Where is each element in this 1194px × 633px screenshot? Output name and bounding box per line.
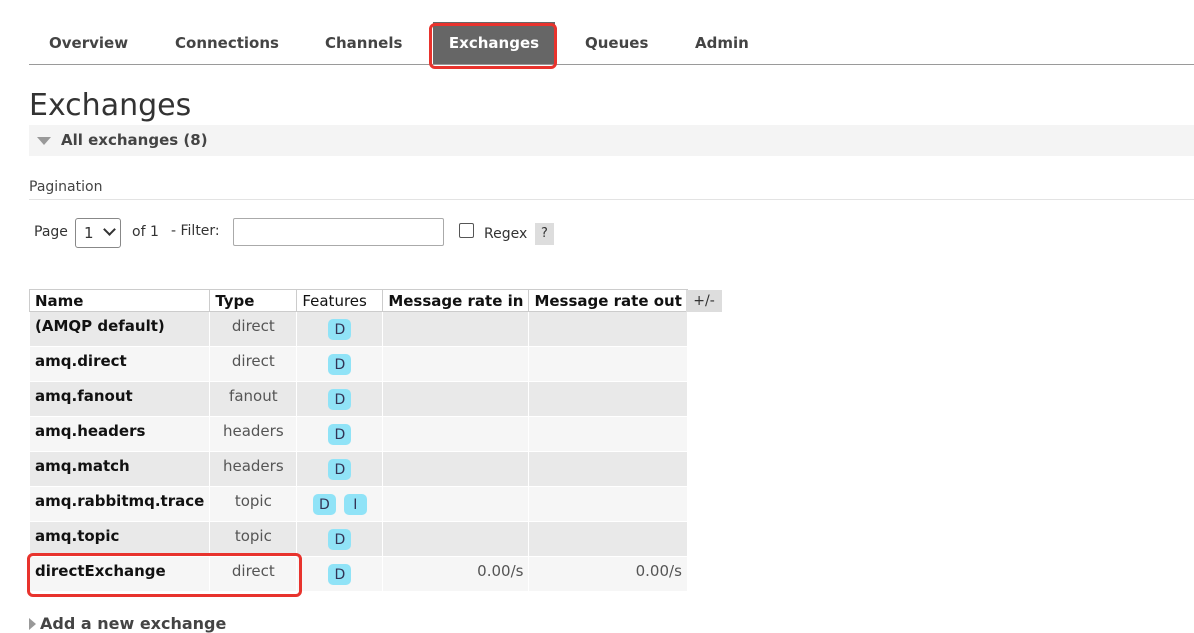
rate-in-cell	[382, 346, 530, 382]
page-title: Exchanges	[29, 88, 192, 123]
tab-exchanges[interactable]: Exchanges	[433, 22, 555, 64]
tab-queues[interactable]: Queues	[565, 22, 668, 64]
exchange-features: DI	[296, 486, 384, 522]
filter-label: - Filter:	[171, 223, 220, 239]
table-row[interactable]: amq.fanout fanout D	[28, 381, 688, 417]
feature-badge-internal: I	[343, 494, 367, 515]
tab-admin[interactable]: Admin	[675, 22, 769, 64]
regex-checkbox[interactable]	[459, 223, 474, 238]
exchange-features: D	[296, 346, 384, 382]
rate-out-cell: 0.00/s	[528, 556, 688, 592]
column-header-name[interactable]: Name	[28, 289, 211, 312]
exchange-name-link[interactable]: amq.match	[28, 451, 211, 487]
table-header-row: Name Type Features Message rate in Messa…	[28, 289, 688, 312]
feature-badge-durable: D	[328, 459, 352, 480]
table-row[interactable]: amq.headers headers D	[28, 416, 688, 452]
rate-out-cell	[528, 346, 688, 382]
filter-input[interactable]	[233, 218, 444, 246]
rate-out-cell	[528, 416, 688, 452]
rate-out-cell	[528, 451, 688, 487]
table-row[interactable]: amq.topic topic D	[28, 521, 688, 557]
exchange-name-link[interactable]: amq.headers	[28, 416, 211, 452]
table-row[interactable]: amq.rabbitmq.trace topic DI	[28, 486, 688, 522]
exchange-name-link[interactable]: directExchange	[28, 556, 211, 592]
exchange-features: D	[296, 451, 384, 487]
add-exchange-section-title[interactable]: Add a new exchange	[40, 614, 226, 633]
table-row[interactable]: directExchange direct D 0.00/s 0.00/s	[28, 556, 688, 592]
exchange-type: topic	[209, 486, 298, 522]
exchange-features: D	[296, 311, 384, 347]
feature-badge-durable: D	[328, 319, 352, 340]
table-row[interactable]: amq.match headers D	[28, 451, 688, 487]
column-header-features: Features	[296, 289, 384, 312]
rate-out-cell	[528, 381, 688, 417]
exchange-name-link[interactable]: amq.direct	[28, 346, 211, 382]
exchange-type: headers	[209, 451, 298, 487]
table-row[interactable]: (AMQP default) direct D	[28, 311, 688, 347]
rate-in-cell	[382, 381, 530, 417]
feature-badge-durable: D	[328, 564, 352, 585]
page-count-label: of 1	[132, 224, 159, 240]
toggle-columns-button[interactable]: +/-	[686, 290, 722, 312]
caret-right-icon[interactable]	[29, 618, 36, 630]
exchange-name-link[interactable]: amq.fanout	[28, 381, 211, 417]
rate-in-cell	[382, 416, 530, 452]
help-button[interactable]: ?	[535, 223, 554, 245]
column-header-rate-in[interactable]: Message rate in	[382, 289, 530, 312]
exchange-features: D	[296, 416, 384, 452]
feature-badge-durable: D	[328, 389, 352, 410]
table-row[interactable]: amq.direct direct D	[28, 346, 688, 382]
feature-badge-durable: D	[328, 529, 352, 550]
section-title[interactable]: All exchanges (8)	[61, 131, 208, 149]
rate-out-cell	[528, 486, 688, 522]
exchange-features: D	[296, 521, 384, 557]
rate-out-cell	[528, 521, 688, 557]
exchange-name-link[interactable]: amq.topic	[28, 521, 211, 557]
page-select-value: 1	[84, 224, 94, 242]
chevron-down-icon	[103, 223, 116, 236]
pagination-label: Pagination	[29, 179, 103, 195]
column-header-rate-out[interactable]: Message rate out	[528, 289, 688, 312]
caret-down-icon[interactable]	[37, 137, 51, 145]
exchanges-table: Name Type Features Message rate in Messa…	[28, 289, 688, 592]
rate-out-cell	[528, 311, 688, 347]
exchange-type: topic	[209, 521, 298, 557]
tab-overview[interactable]: Overview	[29, 22, 148, 64]
exchange-type: fanout	[209, 381, 298, 417]
feature-badge-durable: D	[328, 424, 352, 445]
rate-in-cell: 0.00/s	[382, 556, 530, 592]
exchange-name-link[interactable]: (AMQP default)	[28, 311, 211, 347]
feature-badge-durable: D	[312, 494, 336, 515]
main-nav: Overview Connections Channels Exchanges …	[29, 22, 1194, 65]
rate-in-cell	[382, 486, 530, 522]
exchange-type: direct	[209, 311, 298, 347]
rate-in-cell	[382, 311, 530, 347]
rate-in-cell	[382, 521, 530, 557]
exchange-features: D	[296, 556, 384, 592]
exchange-type: direct	[209, 556, 298, 592]
tab-connections[interactable]: Connections	[155, 22, 299, 64]
feature-badge-durable: D	[328, 354, 352, 375]
page-label: Page	[34, 224, 68, 240]
exchange-features: D	[296, 381, 384, 417]
exchange-name-link[interactable]: amq.rabbitmq.trace	[28, 486, 211, 522]
exchange-type: headers	[209, 416, 298, 452]
regex-label: Regex	[484, 226, 528, 242]
rate-in-cell	[382, 451, 530, 487]
page-select[interactable]: 1	[75, 218, 121, 248]
column-header-type[interactable]: Type	[209, 289, 298, 312]
pagination-divider	[29, 199, 1194, 200]
exchange-type: direct	[209, 346, 298, 382]
tab-channels[interactable]: Channels	[305, 22, 422, 64]
